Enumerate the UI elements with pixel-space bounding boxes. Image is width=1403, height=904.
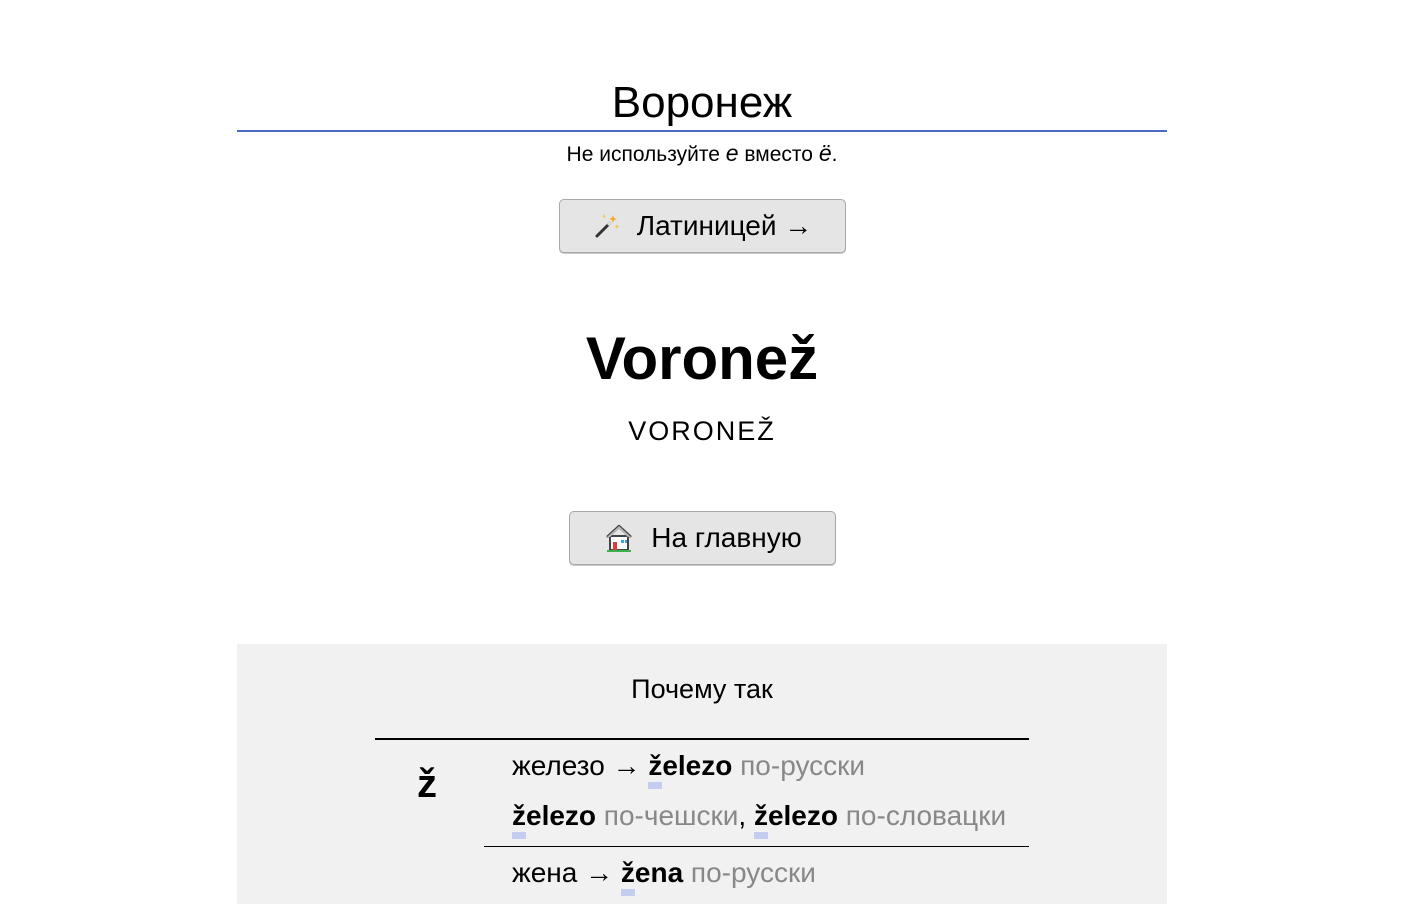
language-note: по-русски [683,857,816,888]
explanation-title: Почему так [631,674,773,704]
city-input[interactable]: Воронеж [237,76,1167,132]
explanation-row: железо → železo по-русски [512,750,866,789]
cyrillic-word: железо → [512,750,649,781]
language-note: по-словацки [837,800,1007,831]
transliterate-button-label: Латиницей → [636,210,813,241]
language-note: по-чешски [596,800,739,831]
house-icon [606,524,633,552]
explanation-letter: ž [417,762,437,806]
home-button-label: На главную [651,522,802,553]
explanation-panel: Почему так ž железо → železo по-русски ž… [237,644,1167,904]
hint-middle: вместо [738,143,819,166]
hint-yo: ё [818,140,832,166]
latin-result-caps: VORONEŽ [628,416,776,446]
hint-prefix: Не используйте [566,143,726,166]
cyrillic-word: жена → [512,857,621,888]
row-divider [484,846,1029,847]
latin-word: železo [648,750,732,789]
hint-text: Не используйте е вместо ё. [237,140,1167,167]
latin-result: Voronež [585,325,819,392]
explanation-divider [375,738,1029,740]
explanation-row: жена → žena по-русски [512,857,816,896]
separator: , [738,800,754,831]
home-button[interactable]: На главную [569,511,836,565]
latin-word: žena [620,857,683,896]
latin-word: železo [512,800,596,839]
transliterate-button[interactable]: Латиницей → [559,199,846,253]
hint-e: е [725,140,739,166]
language-note: по-русски [732,750,866,781]
hint-suffix: . [831,143,838,166]
explanation-row: železo по-чешски, železo по-словацки [512,800,1007,839]
magic-wand-icon [595,214,620,238]
latin-word: železo [753,800,838,839]
